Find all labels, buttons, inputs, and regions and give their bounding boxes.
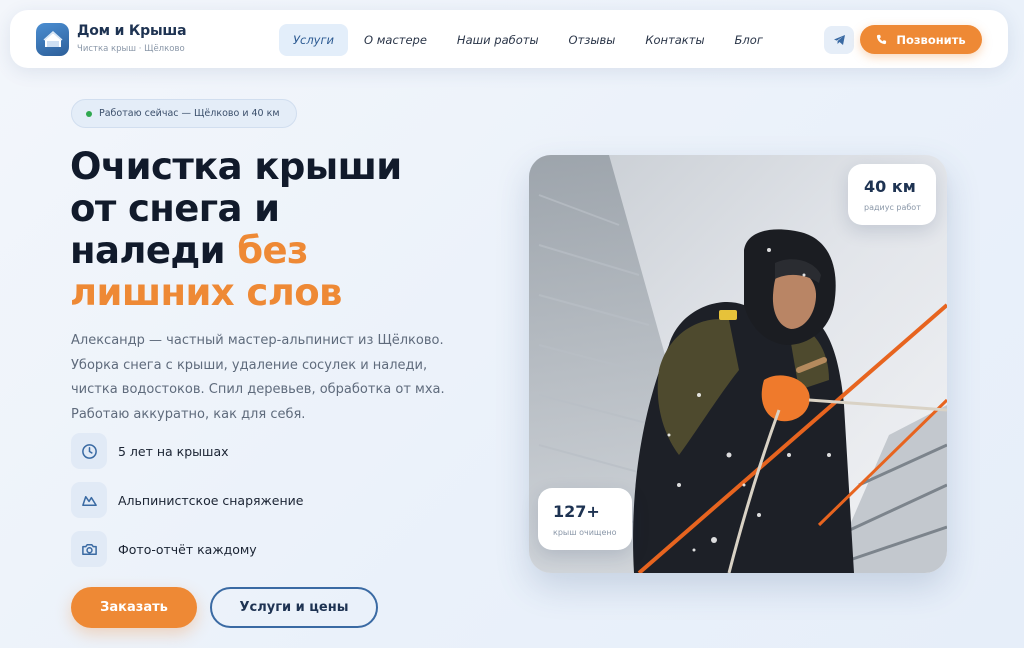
order-button[interactable]: Заказать: [71, 587, 197, 628]
stat-roofs-label: крыш очищено: [553, 528, 617, 537]
clock-icon: [71, 433, 107, 469]
nav-item-about[interactable]: О мастере: [350, 24, 441, 56]
main-nav: Услуги О мастере Наши работы Отзывы Конт…: [279, 24, 779, 56]
feature-label: 5 лет на крышах: [118, 443, 229, 459]
feature-label: Фото-отчёт каждому: [118, 541, 257, 557]
call-button-label: Позвонить: [896, 32, 966, 47]
nav-item-blog[interactable]: Блог: [721, 24, 777, 56]
status-text: Работаю сейчас — Щёлково и 40 км: [99, 108, 280, 119]
top-navigation-bar: Дом и Крыша Чистка крыш · Щёлково Услуги…: [10, 10, 1008, 68]
nav-item-services[interactable]: Услуги: [279, 24, 349, 56]
online-dot-icon: [86, 110, 92, 117]
house-logo-icon[interactable]: [36, 23, 69, 56]
brand-subtitle: Чистка крыш · Щёлково: [77, 44, 185, 54]
nav-item-works[interactable]: Наши работы: [443, 24, 553, 56]
camera-icon: [71, 531, 107, 567]
telegram-button[interactable]: [824, 26, 854, 54]
services-prices-button[interactable]: Услуги и цены: [210, 587, 378, 628]
nav-item-contacts[interactable]: Контакты: [631, 24, 718, 56]
stat-card-roofs: 127+ крыш очищено: [538, 488, 632, 550]
stat-card-radius: 40 км радиус работ: [848, 164, 936, 225]
headline-accent-2: лишних слов: [70, 271, 342, 314]
hero-description: Александр — частный мастер-альпинист из …: [71, 333, 445, 422]
brand-title[interactable]: Дом и Крыша: [77, 23, 187, 39]
feature-list: 5 лет на крышах Альпинистское снаряжение…: [71, 433, 304, 580]
feature-label: Альпинистское снаряжение: [118, 492, 304, 508]
mountain-icon: [71, 482, 107, 518]
telegram-icon: [833, 35, 845, 45]
headline-line-1: Очистка крыши: [70, 145, 402, 188]
feature-experience: 5 лет на крышах: [71, 433, 304, 469]
hero-headline: Очистка крыши от снега и наледи без лишн…: [70, 146, 500, 314]
call-button[interactable]: Позвонить: [860, 25, 982, 54]
stat-radius-label: радиус работ: [864, 203, 921, 212]
status-badge: Работаю сейчас — Щёлково и 40 км: [71, 99, 297, 128]
headline-line-2: от снега и: [70, 187, 280, 230]
headline-accent-1: без: [237, 229, 308, 272]
nav-item-reviews[interactable]: Отзывы: [555, 24, 630, 56]
phone-icon: [877, 34, 887, 45]
feature-photo-report: Фото-отчёт каждому: [71, 531, 304, 567]
stat-roofs-value: 127+: [553, 502, 600, 521]
feature-equipment: Альпинистское снаряжение: [71, 482, 304, 518]
headline-line-3: наледи: [70, 229, 226, 272]
stat-radius-value: 40 км: [864, 177, 916, 196]
